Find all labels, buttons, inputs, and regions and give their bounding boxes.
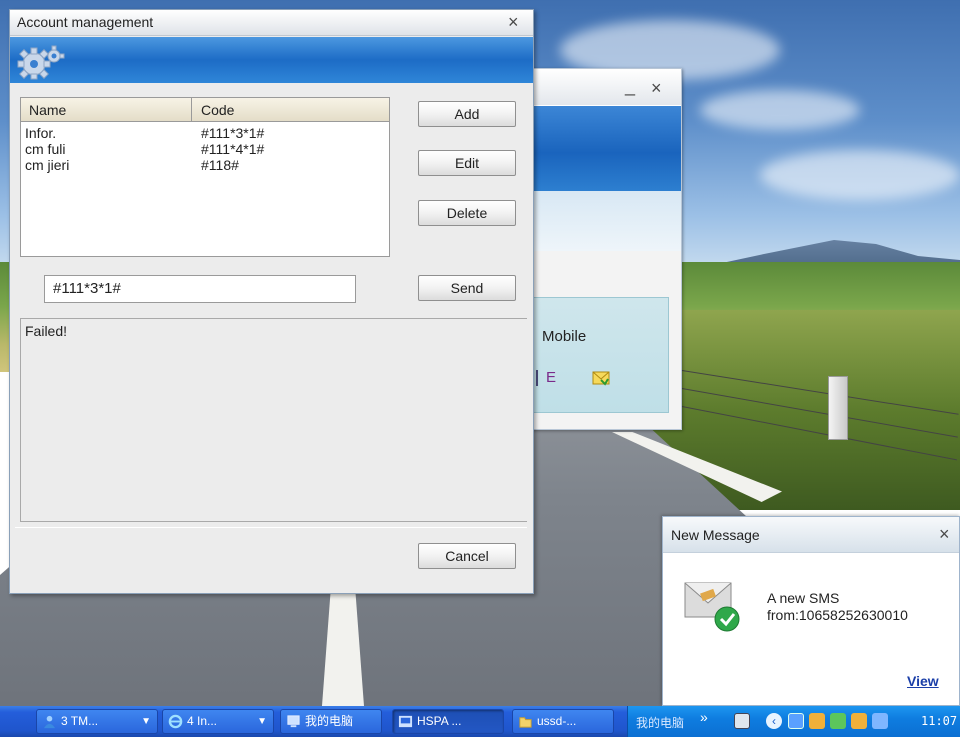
computer-icon	[287, 715, 300, 728]
column-divider[interactable]	[191, 98, 192, 122]
close-icon[interactable]: ×	[508, 13, 519, 31]
task-button-my-computer[interactable]: 我的电脑	[280, 709, 382, 734]
popup-titlebar: New Message ×	[663, 517, 959, 553]
clock[interactable]: 11:07	[921, 714, 957, 728]
hspa-status-panel: Mobile E	[533, 297, 669, 413]
hspa-titlebar[interactable]: _ ×	[521, 69, 681, 105]
signal-bar	[536, 370, 538, 386]
task-button-ie[interactable]: 4 In... ▼	[162, 709, 274, 734]
list-item-code: #111*4*1#	[201, 141, 265, 157]
task-label: 4 In...	[187, 714, 218, 728]
column-header-name[interactable]: Name	[29, 102, 66, 118]
keyboard-icon[interactable]	[734, 713, 750, 729]
hspa-main-window: _ × Mobile E	[520, 68, 682, 430]
dialog-title: Account management	[17, 14, 154, 30]
list-item[interactable]: cm fuli #111*4*1#	[21, 141, 389, 157]
list-item-code: #118#	[201, 157, 239, 173]
popup-title: New Message	[671, 527, 760, 543]
users-icon	[43, 715, 56, 729]
add-button[interactable]: Add	[418, 101, 516, 127]
send-button[interactable]: Send	[418, 275, 516, 301]
code-list[interactable]: Name Code Infor. #111*3*1# cm fuli #111*…	[20, 97, 390, 257]
edit-button[interactable]: Edit	[418, 150, 516, 176]
list-item[interactable]: Infor. #111*3*1#	[21, 125, 389, 141]
list-item-name: cm jieri	[25, 157, 70, 173]
gear-icon	[17, 45, 65, 80]
task-label: 我的电脑	[305, 714, 354, 728]
ie-icon	[168, 714, 183, 729]
sms-notice-line: A new SMS	[767, 590, 840, 606]
hspa-banner-light	[521, 191, 681, 251]
sms-envelope-icon	[684, 582, 740, 632]
list-item-code: #111*3*1#	[201, 125, 265, 141]
folder-icon	[519, 717, 532, 728]
qq-icon[interactable]	[809, 713, 825, 729]
account-management-dialog: Account management × Name Code Infor. #1…	[9, 9, 534, 594]
connection-icon[interactable]	[872, 713, 888, 729]
close-button[interactable]: ×	[651, 79, 662, 97]
messenger-icon[interactable]	[851, 713, 867, 729]
wallpaper-cloud	[700, 90, 860, 130]
wallpaper-cloud	[760, 150, 960, 200]
envelope-icon[interactable]	[592, 370, 610, 386]
result-text: Failed!	[25, 323, 68, 339]
task-button-ussd[interactable]: ussd-...	[512, 709, 614, 734]
fence-post	[828, 376, 848, 440]
dialog-titlebar[interactable]: Account management ×	[10, 10, 533, 36]
cancel-button[interactable]: Cancel	[418, 543, 516, 569]
new-message-popup: New Message × A new SMS from:10658252630…	[662, 516, 960, 706]
taskbar: 3 TM... ▼ 4 In... ▼ 我的电脑 HSPA ... ussd-.…	[0, 706, 960, 737]
task-label: ussd-...	[537, 714, 577, 728]
minimize-button[interactable]: _	[625, 77, 635, 95]
sms-sender-line: from:10658252630010	[767, 607, 908, 623]
toolbar-chevron-icon[interactable]: »	[700, 709, 708, 725]
tray-toolbar-label[interactable]: 我的电脑	[636, 714, 684, 731]
list-item-name: cm fuli	[25, 141, 66, 157]
system-tray: 我的电脑 » ‹ 11:07	[627, 706, 960, 737]
close-icon[interactable]: ×	[939, 525, 950, 543]
group-dropdown-icon: ▼	[257, 716, 267, 727]
dialog-separator	[15, 527, 527, 528]
task-label: 3 TM...	[61, 714, 99, 728]
list-item[interactable]: cm jieri #118#	[21, 157, 389, 173]
edge-indicator: E	[546, 369, 557, 386]
hide-icons-arrow-icon[interactable]: ‹	[766, 713, 782, 729]
hspa-icon	[398, 715, 413, 728]
dialog-banner	[10, 37, 533, 83]
monitor-icon[interactable]	[788, 713, 804, 729]
task-button-hspa[interactable]: HSPA ...	[392, 709, 504, 734]
hspa-banner	[521, 105, 681, 191]
result-output-area: Failed!	[20, 318, 527, 522]
task-button-tm[interactable]: 3 TM... ▼	[36, 709, 158, 734]
ussd-code-input[interactable]: #111*3*1#	[44, 275, 356, 303]
column-header-code[interactable]: Code	[201, 102, 234, 118]
list-header: Name Code	[21, 98, 389, 122]
view-message-link[interactable]: View	[907, 673, 939, 689]
delete-button[interactable]: Delete	[418, 200, 516, 226]
group-dropdown-icon: ▼	[141, 716, 151, 727]
network-label: Mobile	[542, 328, 587, 345]
list-item-name: Infor.	[25, 125, 57, 141]
network-icon[interactable]	[830, 713, 846, 729]
task-label: HSPA ...	[417, 714, 462, 728]
